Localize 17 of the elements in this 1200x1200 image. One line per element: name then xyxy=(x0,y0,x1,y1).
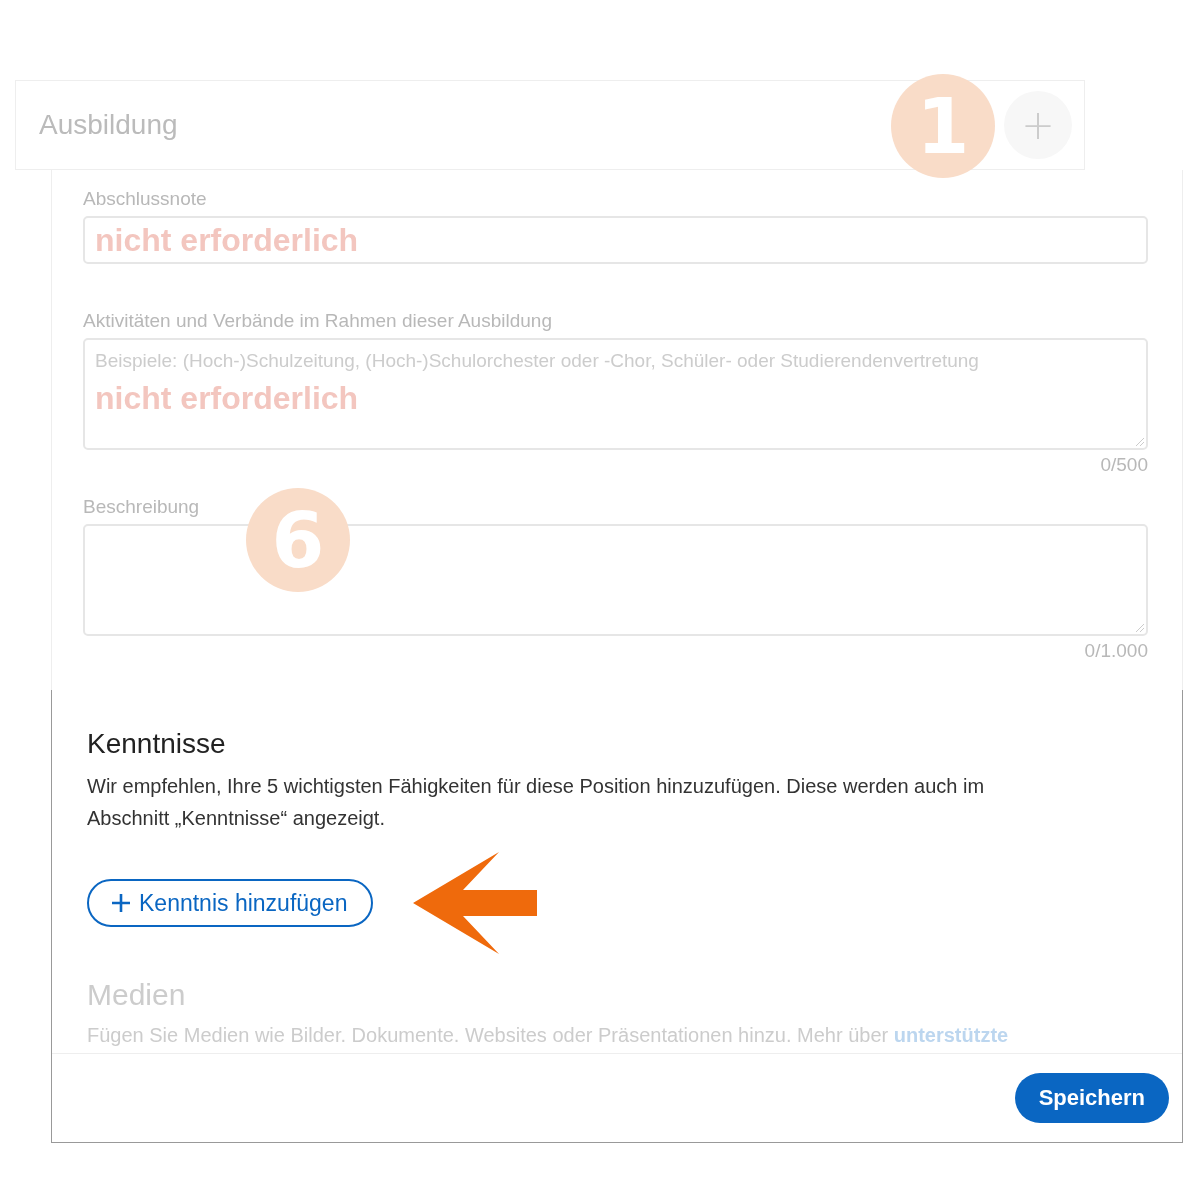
resize-handle-icon[interactable] xyxy=(1133,621,1145,633)
resize-handle-icon[interactable] xyxy=(1133,435,1145,447)
character-counter: 0/500 xyxy=(1100,454,1148,476)
arrow-icon xyxy=(413,852,538,954)
add-button[interactable]: + xyxy=(1004,91,1072,159)
section-description: Wir empfehlen, Ihre 5 wichtigsten Fähigkeiten für diese Position hinzuzufügen. Diese werden auch im Abschnitt „Kenntnisse“ angezeigt. xyxy=(87,774,986,831)
add-skill-button[interactable]: Kenntnis hinzufügen xyxy=(87,879,374,927)
plus-icon xyxy=(111,893,131,913)
input-field[interactable]: nicht erforderlich xyxy=(83,216,1148,264)
save-button[interactable]: Speichern xyxy=(1014,1073,1169,1123)
field-label: Beschreibung xyxy=(83,496,201,518)
section-heading: Kenntnisse xyxy=(87,728,226,760)
field-label: Abschlussnote xyxy=(83,188,208,210)
field-label: Aktivitäten und Verbände im Rahmen dieser Ausbildung xyxy=(83,310,553,332)
supported-link[interactable]: unterstützte xyxy=(893,1024,1009,1046)
section-title: Ausbildung xyxy=(39,109,178,141)
character-counter: 0/1.000 xyxy=(1084,640,1148,662)
